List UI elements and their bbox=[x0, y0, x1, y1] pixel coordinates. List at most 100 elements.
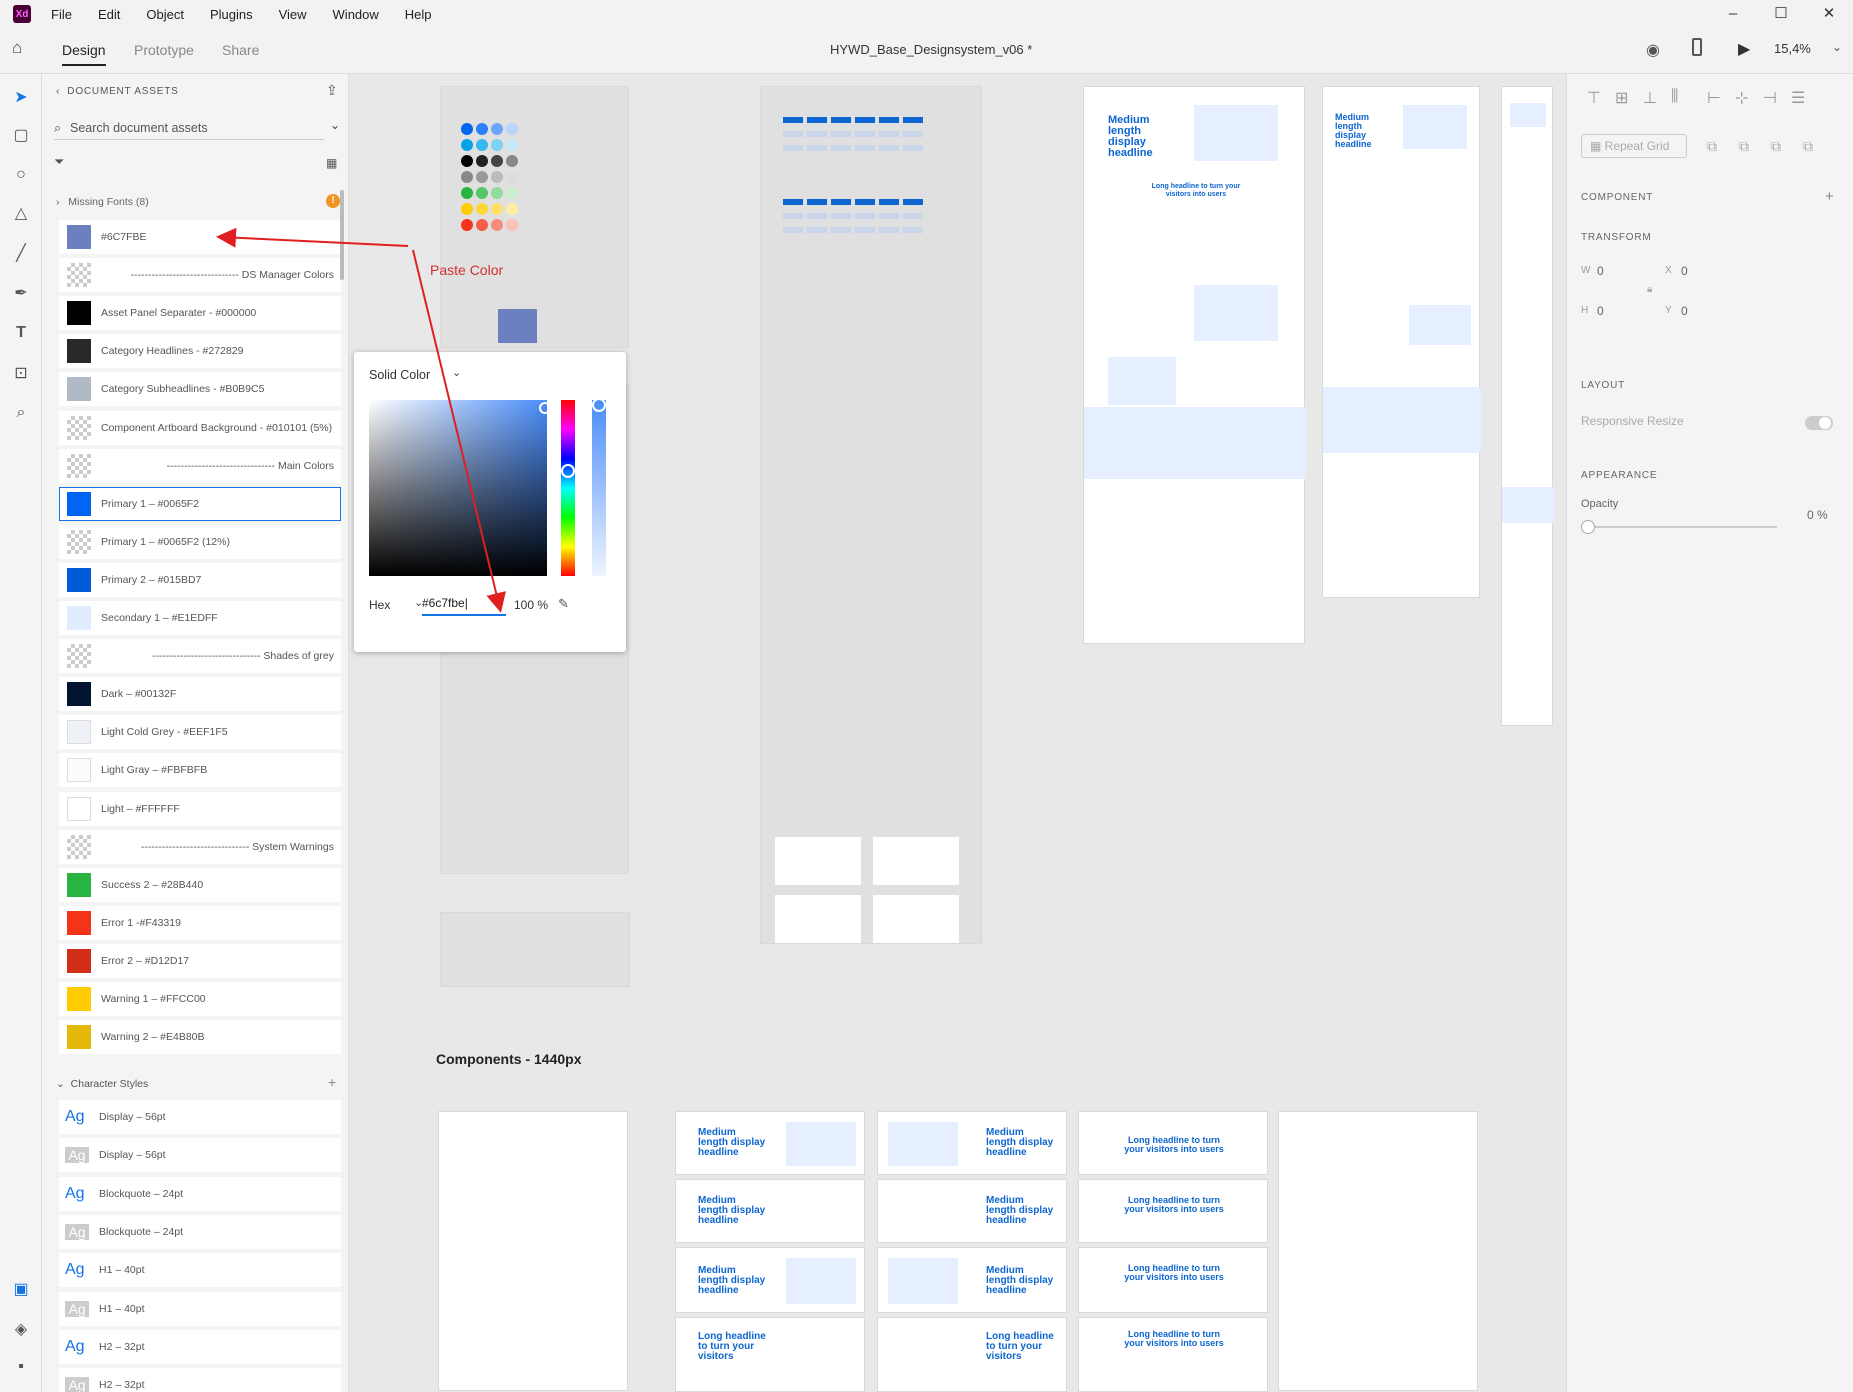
align-top-icon[interactable]: ⊤ bbox=[1587, 88, 1601, 108]
color-swatch-item[interactable]: Error 2 – #D12D17 bbox=[59, 943, 341, 978]
artboard-misc[interactable] bbox=[440, 912, 630, 987]
color-swatch-item[interactable]: Dark – #00132F bbox=[59, 677, 341, 712]
height-input[interactable]: 0 bbox=[1597, 304, 1604, 318]
component-cta[interactable]: Long headline to turn your visitors into… bbox=[1078, 1247, 1268, 1313]
width-input[interactable]: 0 bbox=[1597, 264, 1604, 278]
character-style-item[interactable]: Ag H1 – 40pt bbox=[59, 1291, 341, 1326]
boolean-add-icon[interactable]: ⧉ bbox=[1707, 138, 1717, 155]
menu-view[interactable]: View bbox=[279, 7, 307, 22]
select-tool-icon[interactable]: ➤ bbox=[10, 86, 32, 108]
document-title[interactable]: HYWD_Base_Designsystem_v06 * bbox=[830, 42, 1032, 57]
component-hero[interactable]: Medium length display headline bbox=[675, 1111, 865, 1175]
color-mode-chevron-icon[interactable]: ⌄ bbox=[452, 366, 461, 379]
grid-view-icon[interactable]: ▦ bbox=[326, 156, 337, 170]
x-input[interactable]: 0 bbox=[1681, 264, 1688, 278]
alpha-slider[interactable] bbox=[592, 398, 606, 576]
component-features[interactable] bbox=[1278, 1111, 1478, 1391]
distribute-horizontal-icon[interactable]: ☰ bbox=[1791, 88, 1805, 108]
color-format-select[interactable]: Hex bbox=[369, 598, 390, 612]
character-style-item[interactable]: Ag H2 – 32pt bbox=[59, 1329, 341, 1364]
rectangle-tool-icon[interactable]: ▢ bbox=[10, 124, 32, 146]
artboard-buttons[interactable] bbox=[760, 86, 982, 944]
boolean-exclude-icon[interactable]: ⧉ bbox=[1803, 138, 1813, 155]
character-style-item[interactable]: Ag Blockquote – 24pt bbox=[59, 1176, 341, 1211]
hue-slider[interactable] bbox=[561, 400, 575, 576]
ellipse-tool-icon[interactable]: ○ bbox=[10, 164, 32, 186]
card[interactable] bbox=[775, 837, 861, 885]
distribute-icon[interactable]: ⫼ bbox=[1671, 88, 1678, 106]
component-hero[interactable]: Long headline to turn your visitors bbox=[877, 1317, 1067, 1392]
card[interactable] bbox=[873, 837, 959, 885]
opacity-input[interactable]: 100 % bbox=[514, 598, 548, 612]
lock-icon[interactable]: 🔒︎ bbox=[1647, 284, 1652, 295]
menu-help[interactable]: Help bbox=[405, 7, 432, 22]
saturation-value-field[interactable] bbox=[369, 400, 551, 576]
y-input[interactable]: 0 bbox=[1681, 304, 1688, 318]
warning-icon[interactable]: ! bbox=[326, 194, 340, 208]
eyedropper-icon[interactable]: ✎ bbox=[558, 596, 569, 612]
menu-object[interactable]: Object bbox=[146, 7, 184, 22]
opacity-value[interactable]: 0 % bbox=[1807, 508, 1828, 522]
card[interactable] bbox=[873, 895, 959, 943]
responsive-resize-toggle[interactable] bbox=[1805, 416, 1833, 430]
tab-prototype[interactable]: Prototype bbox=[134, 42, 194, 58]
assets-header[interactable]: ‹ DOCUMENT ASSETS bbox=[56, 86, 179, 97]
color-swatch-item[interactable]: Light – #FFFFFF bbox=[59, 791, 341, 826]
color-swatch-item[interactable]: Success 2 – #28B440 bbox=[59, 867, 341, 902]
zoom-chevron-icon[interactable]: ⌄ bbox=[1832, 40, 1842, 54]
user-icon[interactable]: ◉ bbox=[1646, 40, 1660, 60]
close-button[interactable]: ✕ bbox=[1805, 0, 1853, 28]
align-left-icon[interactable]: ⊢ bbox=[1707, 88, 1721, 108]
device-preview-icon[interactable] bbox=[1692, 38, 1702, 56]
align-bottom-icon[interactable]: ⊥ bbox=[1643, 88, 1657, 108]
pen-tool-icon[interactable]: ✒ bbox=[10, 282, 32, 304]
color-swatch-item[interactable]: Light Gray – #FBFBFB bbox=[59, 753, 341, 788]
menu-edit[interactable]: Edit bbox=[98, 7, 120, 22]
color-swatch-item[interactable]: #6C7FBE bbox=[59, 220, 341, 254]
zoom-tool-icon[interactable]: ⌕ bbox=[10, 402, 32, 424]
menu-window[interactable]: Window bbox=[333, 7, 379, 22]
character-styles-header[interactable]: ⌄ Character Styles bbox=[56, 1078, 148, 1090]
search-chevron-icon[interactable]: ⌄ bbox=[330, 118, 340, 132]
component-cta[interactable]: Long headline to turn your visitors into… bbox=[1078, 1317, 1268, 1392]
opacity-slider[interactable] bbox=[1581, 520, 1777, 534]
filter-icon[interactable]: ⏷ bbox=[54, 154, 64, 170]
layers-panel-icon[interactable]: ◈ bbox=[10, 1318, 32, 1340]
artboard-colors[interactable] bbox=[440, 86, 629, 348]
artboard-page-mobile[interactable] bbox=[1501, 86, 1554, 726]
character-style-item[interactable]: Ag Blockquote – 24pt bbox=[59, 1214, 341, 1249]
hex-input[interactable]: #6c7fbe| bbox=[422, 596, 506, 616]
boolean-subtract-icon[interactable]: ⧉ bbox=[1739, 138, 1749, 155]
add-style-icon[interactable]: + bbox=[328, 1074, 336, 1090]
component-hero[interactable]: Medium length display headline bbox=[877, 1247, 1067, 1313]
color-mode-select[interactable]: Solid Color bbox=[369, 368, 430, 382]
canvas[interactable]: Medium length display headline Long head… bbox=[350, 74, 1566, 1392]
align-middle-icon[interactable]: ⊞ bbox=[1615, 88, 1628, 108]
color-field-handle[interactable] bbox=[539, 402, 551, 414]
menu-file[interactable]: File bbox=[51, 7, 72, 22]
boolean-intersect-icon[interactable]: ⧉ bbox=[1771, 138, 1781, 155]
assets-panel-icon[interactable]: ▣ bbox=[10, 1278, 32, 1300]
color-swatch-item[interactable]: Error 1 -#F43319 bbox=[59, 905, 341, 940]
add-component-icon[interactable]: + bbox=[1825, 188, 1834, 205]
repeat-grid-button[interactable]: ▦ Repeat Grid bbox=[1581, 134, 1687, 158]
tab-share[interactable]: Share bbox=[222, 42, 259, 58]
card[interactable] bbox=[775, 895, 861, 943]
color-swatch-item[interactable]: Primary 1 – #0065F2 bbox=[59, 486, 341, 521]
component-hero[interactable]: Long headline to turn your visitors bbox=[675, 1317, 865, 1392]
component-hero[interactable]: Medium length display headline bbox=[877, 1179, 1067, 1243]
color-swatch-item[interactable]: ------------------------------- DS Manag… bbox=[59, 258, 341, 293]
color-swatch-item[interactable]: Warning 2 – #E4B80B bbox=[59, 1020, 341, 1055]
component-navigation[interactable] bbox=[438, 1111, 628, 1391]
color-swatch-item[interactable]: ------------------------------- Shades o… bbox=[59, 639, 341, 674]
color-swatch-item[interactable]: Asset Panel Separater - #000000 bbox=[59, 296, 341, 331]
search-input[interactable]: ⌕ Search document assets bbox=[54, 116, 324, 140]
menu-plugins[interactable]: Plugins bbox=[210, 7, 253, 22]
zoom-level[interactable]: 15,4% bbox=[1774, 41, 1811, 56]
missing-fonts[interactable]: › Missing Fonts (8) bbox=[56, 196, 149, 208]
component-hero[interactable]: Medium length display headline bbox=[675, 1247, 865, 1313]
color-swatch-item[interactable]: Warning 1 – #FFCC00 bbox=[59, 982, 341, 1016]
hue-slider-handle[interactable] bbox=[561, 464, 575, 478]
component-hero[interactable]: Medium length display headline bbox=[675, 1179, 865, 1243]
color-swatch-item[interactable]: Light Cold Grey - #EEF1F5 bbox=[59, 715, 341, 750]
